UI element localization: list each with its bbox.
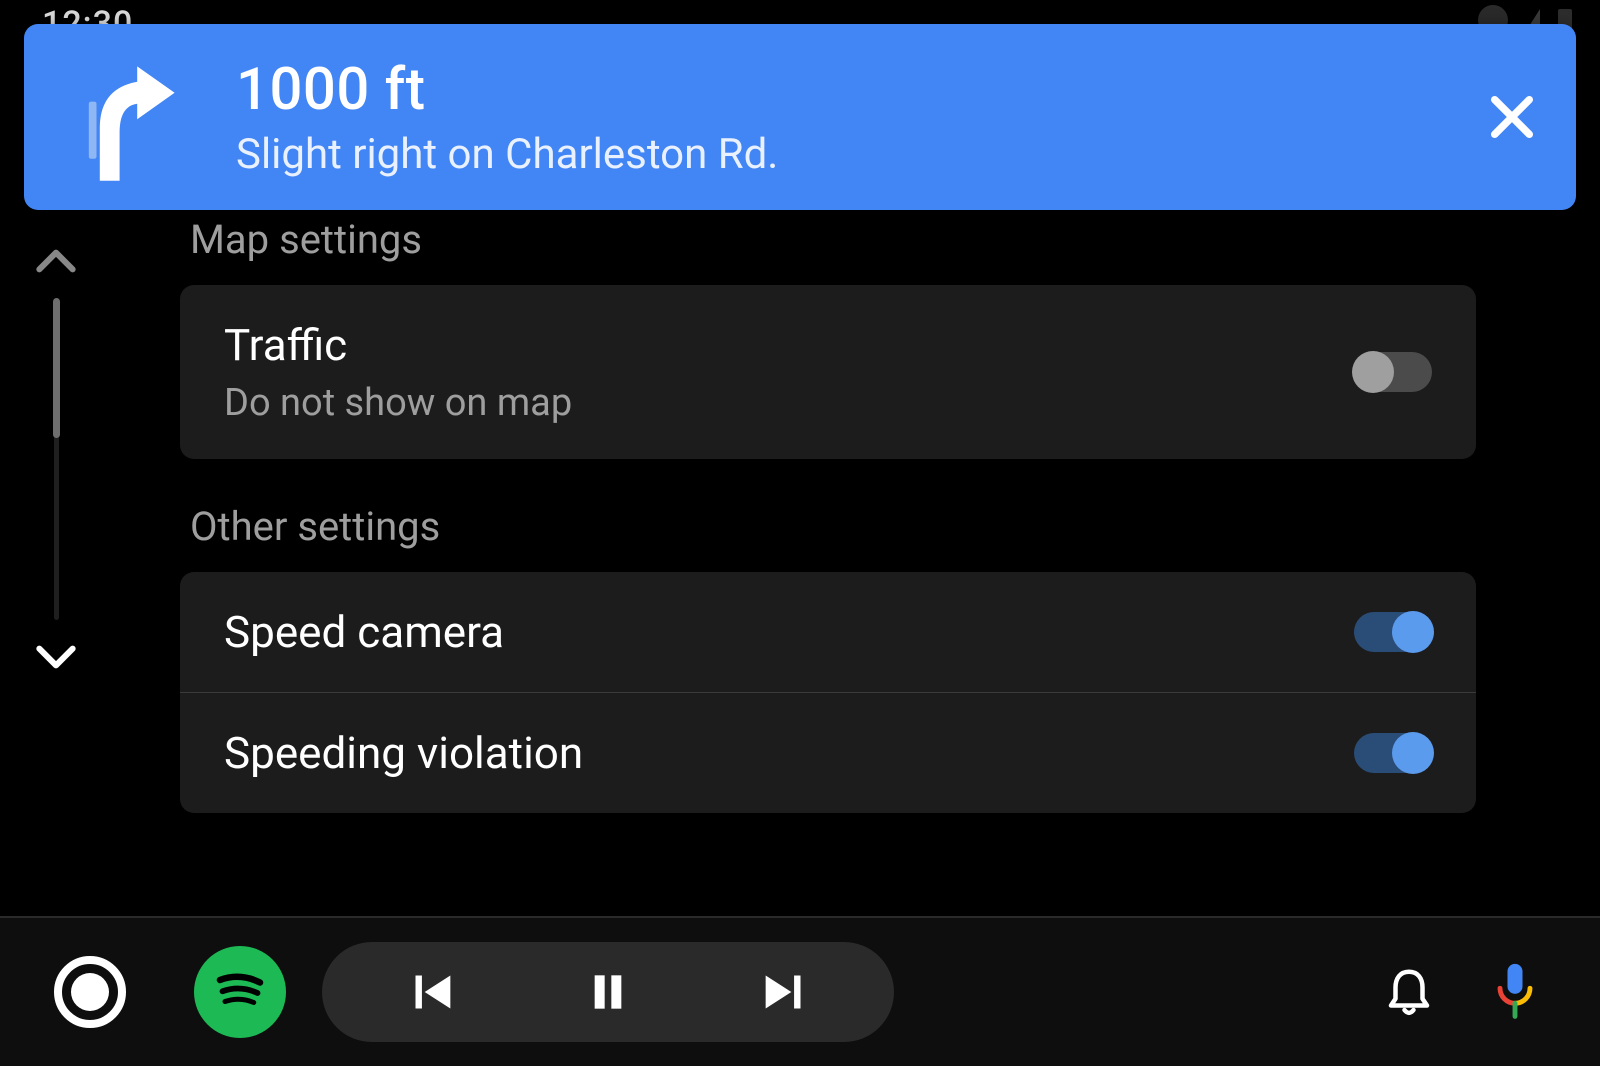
scroll-rail xyxy=(24,232,88,712)
row-title: Speed camera xyxy=(224,606,504,658)
toggle-speed-camera[interactable] xyxy=(1354,612,1432,652)
scroll-up-button[interactable] xyxy=(34,246,78,276)
settings-list: Map settings Traffic Do not show on map … xyxy=(180,208,1476,880)
card-map-settings: Traffic Do not show on map xyxy=(180,285,1476,459)
previous-track-button[interactable] xyxy=(406,966,458,1018)
notifications-button[interactable] xyxy=(1378,961,1440,1023)
home-dot-icon xyxy=(71,973,109,1011)
row-title: Traffic xyxy=(224,319,572,371)
row-speed-camera[interactable]: Speed camera xyxy=(180,572,1476,692)
nav-banner[interactable]: 1000 ft Slight right on Charleston Rd. xyxy=(24,24,1576,210)
scrollbar-track[interactable] xyxy=(54,298,59,620)
pause-button[interactable] xyxy=(582,966,634,1018)
turn-right-icon xyxy=(52,42,196,192)
toggle-speeding-violation[interactable] xyxy=(1354,733,1432,773)
row-traffic[interactable]: Traffic Do not show on map xyxy=(180,285,1476,459)
mic-button[interactable] xyxy=(1484,961,1546,1023)
close-button[interactable] xyxy=(1476,81,1548,153)
spotify-button[interactable] xyxy=(194,946,286,1038)
spotify-icon xyxy=(210,960,270,1024)
card-other-settings: Speed camera Speeding violation xyxy=(180,572,1476,813)
nav-distance: 1000 ft xyxy=(236,56,1476,124)
bottom-bar xyxy=(0,916,1600,1066)
toggle-knob xyxy=(1392,611,1434,653)
toggle-traffic[interactable] xyxy=(1354,352,1432,392)
section-header-map: Map settings xyxy=(180,208,1476,285)
toggle-knob xyxy=(1392,732,1434,774)
home-button[interactable] xyxy=(54,956,126,1028)
toggle-knob xyxy=(1352,351,1394,393)
scrollbar-thumb[interactable] xyxy=(53,298,60,438)
row-title: Speeding violation xyxy=(224,727,583,779)
scroll-down-button[interactable] xyxy=(34,642,78,672)
row-speeding-violation[interactable]: Speeding violation xyxy=(180,692,1476,813)
nav-instruction: Slight right on Charleston Rd. xyxy=(236,130,1476,179)
next-track-button[interactable] xyxy=(758,966,810,1018)
row-subtitle: Do not show on map xyxy=(224,381,572,425)
media-controls xyxy=(322,942,894,1042)
section-header-other: Other settings xyxy=(180,495,1476,572)
